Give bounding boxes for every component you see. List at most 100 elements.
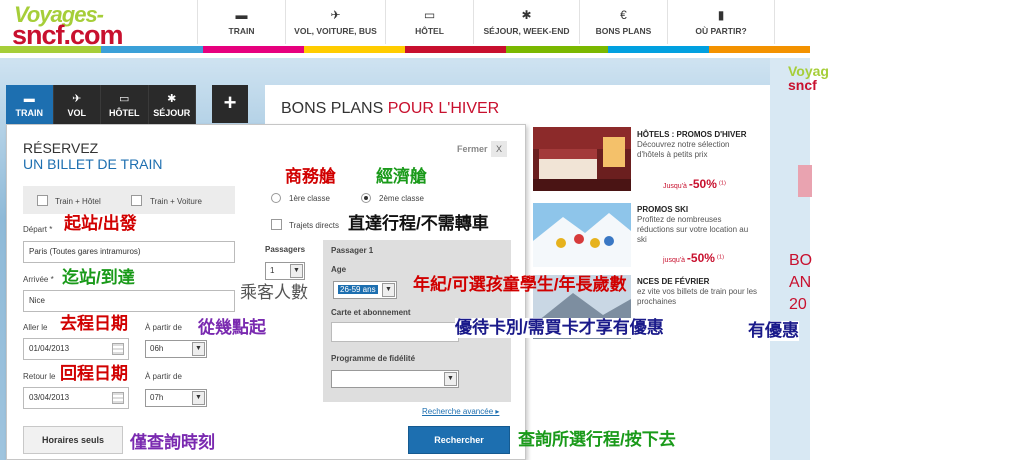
promo-item-ski[interactable]: PROMOS SKI Profitez de nombreuses réduct… <box>637 205 759 245</box>
euro-icon: € <box>620 8 627 22</box>
price-value: -50% <box>686 251 715 265</box>
passagers-select[interactable]: 1 ▼ <box>265 262 305 280</box>
site-header: Voyages- sncf.com ▬ TRAIN ✈ VOL, VOITURE… <box>0 0 810 58</box>
promo-item-text: Profitez de nombreuses réductions sur vo… <box>637 215 749 244</box>
timetable-only-button[interactable]: Horaires seuls <box>23 426 123 454</box>
color-strip-segment <box>405 46 507 53</box>
tab-vol[interactable]: ✈ VOL <box>54 85 101 125</box>
tab-train[interactable]: ▬ TRAIN <box>6 85 54 125</box>
promo-item-title: HÔTELS : PROMOS D'HIVER <box>637 130 747 139</box>
chevron-down-icon: ▼ <box>444 372 457 386</box>
palm-icon: ✱ <box>521 8 532 22</box>
color-strip-segment <box>607 46 709 53</box>
search-tabs: ▬ TRAIN ✈ VOL ▭ HÔTEL ✱ SÉJOUR <box>6 85 196 125</box>
calendar-icon[interactable] <box>112 392 124 404</box>
direct-trips-checkbox[interactable] <box>271 219 282 230</box>
train-hotel-label: Train + Hôtel <box>55 197 101 206</box>
promo-item-title: PROMOS SKI <box>637 205 689 214</box>
close-link[interactable]: Fermer <box>457 144 488 154</box>
retour-date-value: 03/04/2013 <box>29 393 70 402</box>
promo-title-b: POUR L'HIVER <box>387 100 500 117</box>
annotation-age: 年紀/可選孩童學生/年長歲數 <box>413 275 627 294</box>
chevron-down-icon: ▼ <box>192 342 205 356</box>
carte-field[interactable] <box>331 322 459 342</box>
nav-bons-plans[interactable]: € BONS PLANS <box>579 0 667 44</box>
retour-time-select[interactable]: 07h ▼ <box>145 389 207 407</box>
carte-label: Carte et abonnement <box>331 308 411 317</box>
nav-vol-label: VOL, VOITURE, BUS <box>294 26 377 36</box>
age-select[interactable]: 26-59 ans ▼ <box>333 281 397 299</box>
add-tab-button[interactable]: + <box>212 85 248 123</box>
main-nav: ▬ TRAIN ✈ VOL, VOITURE, BUS ▭ HÔTEL ✱ SÉ… <box>197 0 777 44</box>
annotation-business-class: 商務艙 <box>285 167 336 186</box>
retour-label: Retour le <box>23 372 56 381</box>
annotation-return-date: 回程日期 <box>60 364 128 383</box>
nav-train[interactable]: ▬ TRAIN <box>197 0 285 44</box>
search-button[interactable]: Rechercher <box>408 426 510 454</box>
tab-hotel-label: HÔTEL <box>109 107 140 118</box>
tab-train-label: TRAIN <box>15 107 44 118</box>
hotel-room-image[interactable] <box>533 127 631 191</box>
promo-title: BONS PLANS POUR L'HIVER <box>281 100 499 118</box>
side-logo-line2: sncf <box>788 77 817 93</box>
form-subtitle: UN BILLET DE TRAIN <box>23 156 163 172</box>
nav-vol[interactable]: ✈ VOL, VOITURE, BUS <box>285 0 385 44</box>
train-voiture-checkbox[interactable] <box>131 195 142 206</box>
aller-date-field[interactable]: 01/04/2013 <box>23 338 129 360</box>
fidelite-label: Programme de fidélité <box>331 354 416 363</box>
promo-item-hotel[interactable]: HÔTELS : PROMOS D'HIVER Découvrez notre … <box>637 130 759 160</box>
train-icon: ▬ <box>235 8 248 22</box>
bed-icon: ▭ <box>119 92 130 105</box>
color-strip-segment <box>0 46 102 53</box>
promo-item-text: Découvrez notre sélection d'hôtels à pet… <box>637 140 730 159</box>
price-note: (1) <box>718 180 726 187</box>
side-logo-line1: Voyag <box>788 63 829 79</box>
arrivee-label: Arrivée * <box>23 275 54 284</box>
bed-icon: ▭ <box>423 8 436 22</box>
depart-field[interactable]: Paris (Toutes gares intramuros) <box>23 241 235 263</box>
nav-ou-partir[interactable]: ▮ OÙ PARTIR? <box>667 0 775 44</box>
side-promo-line: BO <box>789 252 813 269</box>
train-hotel-checkbox[interactable] <box>37 195 48 206</box>
tab-sejour-label: SÉJOUR <box>153 107 191 118</box>
form-title: RÉSERVEZ <box>23 140 99 156</box>
tab-sejour[interactable]: ✱ SÉJOUR <box>149 85 196 125</box>
aller-label: Aller le <box>23 323 48 332</box>
price-note: (1) <box>716 254 725 261</box>
advanced-search-link[interactable]: Recherche avancée ▸ <box>422 407 499 416</box>
promo-item-title: NCES DE FÉVRIER <box>637 277 710 286</box>
first-class-label: 1ère classe <box>289 194 330 203</box>
promo-item-february[interactable]: NCES DE FÉVRIER ez vite vos billets de t… <box>637 277 759 307</box>
annotation-timetable: 僅查詢時刻 <box>130 433 215 452</box>
arrivee-field[interactable]: Nice <box>23 290 235 312</box>
nav-sejour[interactable]: ✱ SÉJOUR, WEEK-END <box>473 0 579 44</box>
nav-train-label: TRAIN <box>228 26 255 36</box>
direct-trips-label: Trajets directs <box>289 221 339 230</box>
calendar-icon[interactable] <box>112 343 124 355</box>
chevron-down-icon: ▼ <box>192 391 205 405</box>
annotation-destination: 迄站/到達 <box>62 268 135 287</box>
age-label: Age <box>331 265 347 274</box>
color-strip-segment <box>202 46 304 53</box>
promo-price-hotel: Jusqu'à -50% (1) <box>663 177 726 191</box>
tab-vol-label: VOL <box>67 107 86 118</box>
close-button[interactable]: X <box>491 141 507 157</box>
price-value: -50% <box>688 177 717 191</box>
nav-hotel[interactable]: ▭ HÔTEL <box>385 0 473 44</box>
tab-hotel[interactable]: ▭ HÔTEL <box>101 85 149 125</box>
first-class-radio[interactable] <box>271 193 281 203</box>
retour-date-field[interactable]: 03/04/2013 <box>23 387 129 409</box>
pax-title: Passager 1 <box>331 246 374 255</box>
ski-image[interactable] <box>533 203 631 267</box>
annotation-go-date: 去程日期 <box>60 314 128 333</box>
color-strip-segment <box>101 46 203 53</box>
fidelite-select[interactable]: ▼ <box>331 370 459 388</box>
aller-date-value: 01/04/2013 <box>29 344 70 353</box>
color-strip-segment <box>708 46 810 53</box>
chevron-down-icon: ▼ <box>382 283 395 297</box>
second-class-radio[interactable] <box>361 193 371 203</box>
color-strip-segment <box>506 46 608 53</box>
aller-time-select[interactable]: 06h ▼ <box>145 340 207 358</box>
promo-price-ski: jusqu'à -50% (1) <box>663 251 724 265</box>
side-decoration <box>798 165 812 197</box>
